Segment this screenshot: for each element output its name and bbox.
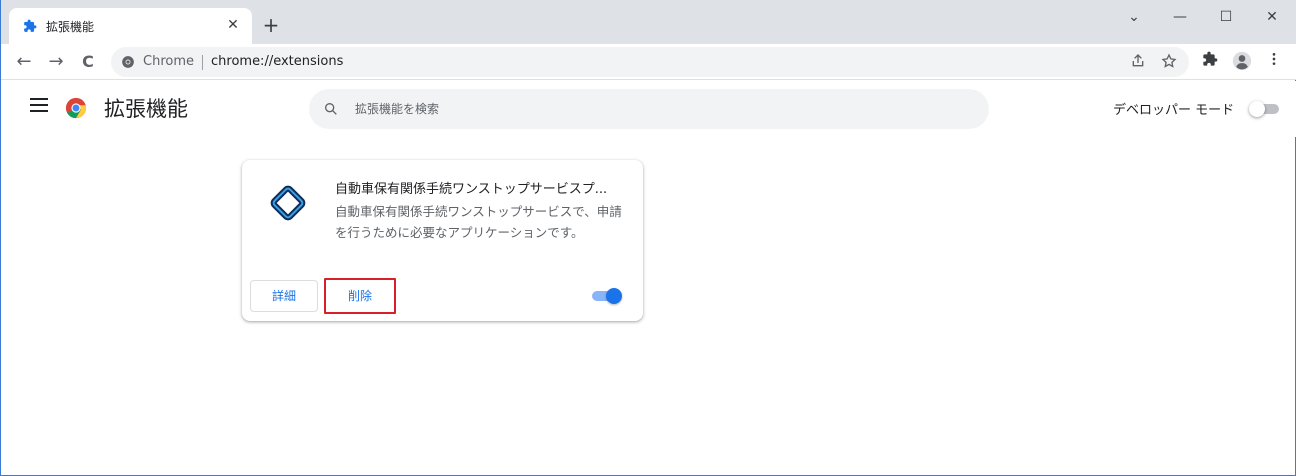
minimize-button[interactable]: — [1157,4,1203,30]
tab-title: 拡張機能 [46,20,95,34]
tab-extensions[interactable]: 拡張機能 ✕ [9,8,252,44]
omnibox-origin-label: Chrome [143,54,194,69]
chrome-page-icon [122,56,134,68]
page-title: 拡張機能 [104,97,188,121]
browser-window: 拡張機能 ✕ + ⌄ — ☐ ✕ ← → C Chrome chrome://e… [0,0,1296,476]
extension-description: 自動車保有関係手続ワンストップサービスで、申請を行うために必要なアプリケーション… [335,204,622,240]
more-vert-icon[interactable] [1263,51,1285,73]
details-button[interactable]: 詳細 [250,280,318,312]
profile-icon[interactable] [1231,51,1253,73]
toggle-knob [606,288,622,304]
browser-toolbar: ← → C Chrome chrome://extensions [1,44,1296,80]
remove-button[interactable]: 削除 [324,278,396,314]
share-icon[interactable] [1129,53,1147,71]
reload-button[interactable]: C [75,49,101,75]
tab-search-chevron-icon[interactable]: ⌄ [1111,4,1157,30]
omnibox-separator [202,55,203,70]
extension-diamond-icon [270,185,306,221]
search-icon [325,103,337,115]
search-input[interactable] [355,99,955,119]
new-tab-button[interactable]: + [260,14,282,36]
extension-enable-toggle[interactable] [592,288,624,304]
address-bar[interactable]: Chrome chrome://extensions [111,47,1189,77]
close-window-button[interactable]: ✕ [1249,4,1295,30]
tab-strip: 拡張機能 ✕ + ⌄ — ☐ ✕ [1,0,1296,44]
puzzle-icon [24,19,37,32]
menu-icon[interactable] [30,98,48,112]
chrome-logo-icon [65,97,87,119]
extensions-header: 拡張機能 デベロッパー モード [1,81,1296,137]
forward-button[interactable]: → [43,49,69,75]
developer-mode-label: デベロッパー モード [1113,103,1235,118]
omnibox-url[interactable]: chrome://extensions [211,54,343,69]
close-tab-icon[interactable]: ✕ [223,15,243,35]
extension-name: 自動車保有関係手続ワンストップサービスプ... [335,182,608,197]
search-box[interactable] [309,89,989,129]
extension-card: 自動車保有関係手続ワンストップサービスプ... 自動車保有関係手続ワンストップサ… [242,160,643,321]
toggle-knob [1249,101,1265,117]
maximize-button[interactable]: ☐ [1203,4,1249,30]
star-icon[interactable] [1160,53,1178,71]
puzzle-icon[interactable] [1199,51,1221,73]
developer-mode-toggle[interactable] [1249,101,1281,117]
back-button[interactable]: ← [11,49,37,75]
